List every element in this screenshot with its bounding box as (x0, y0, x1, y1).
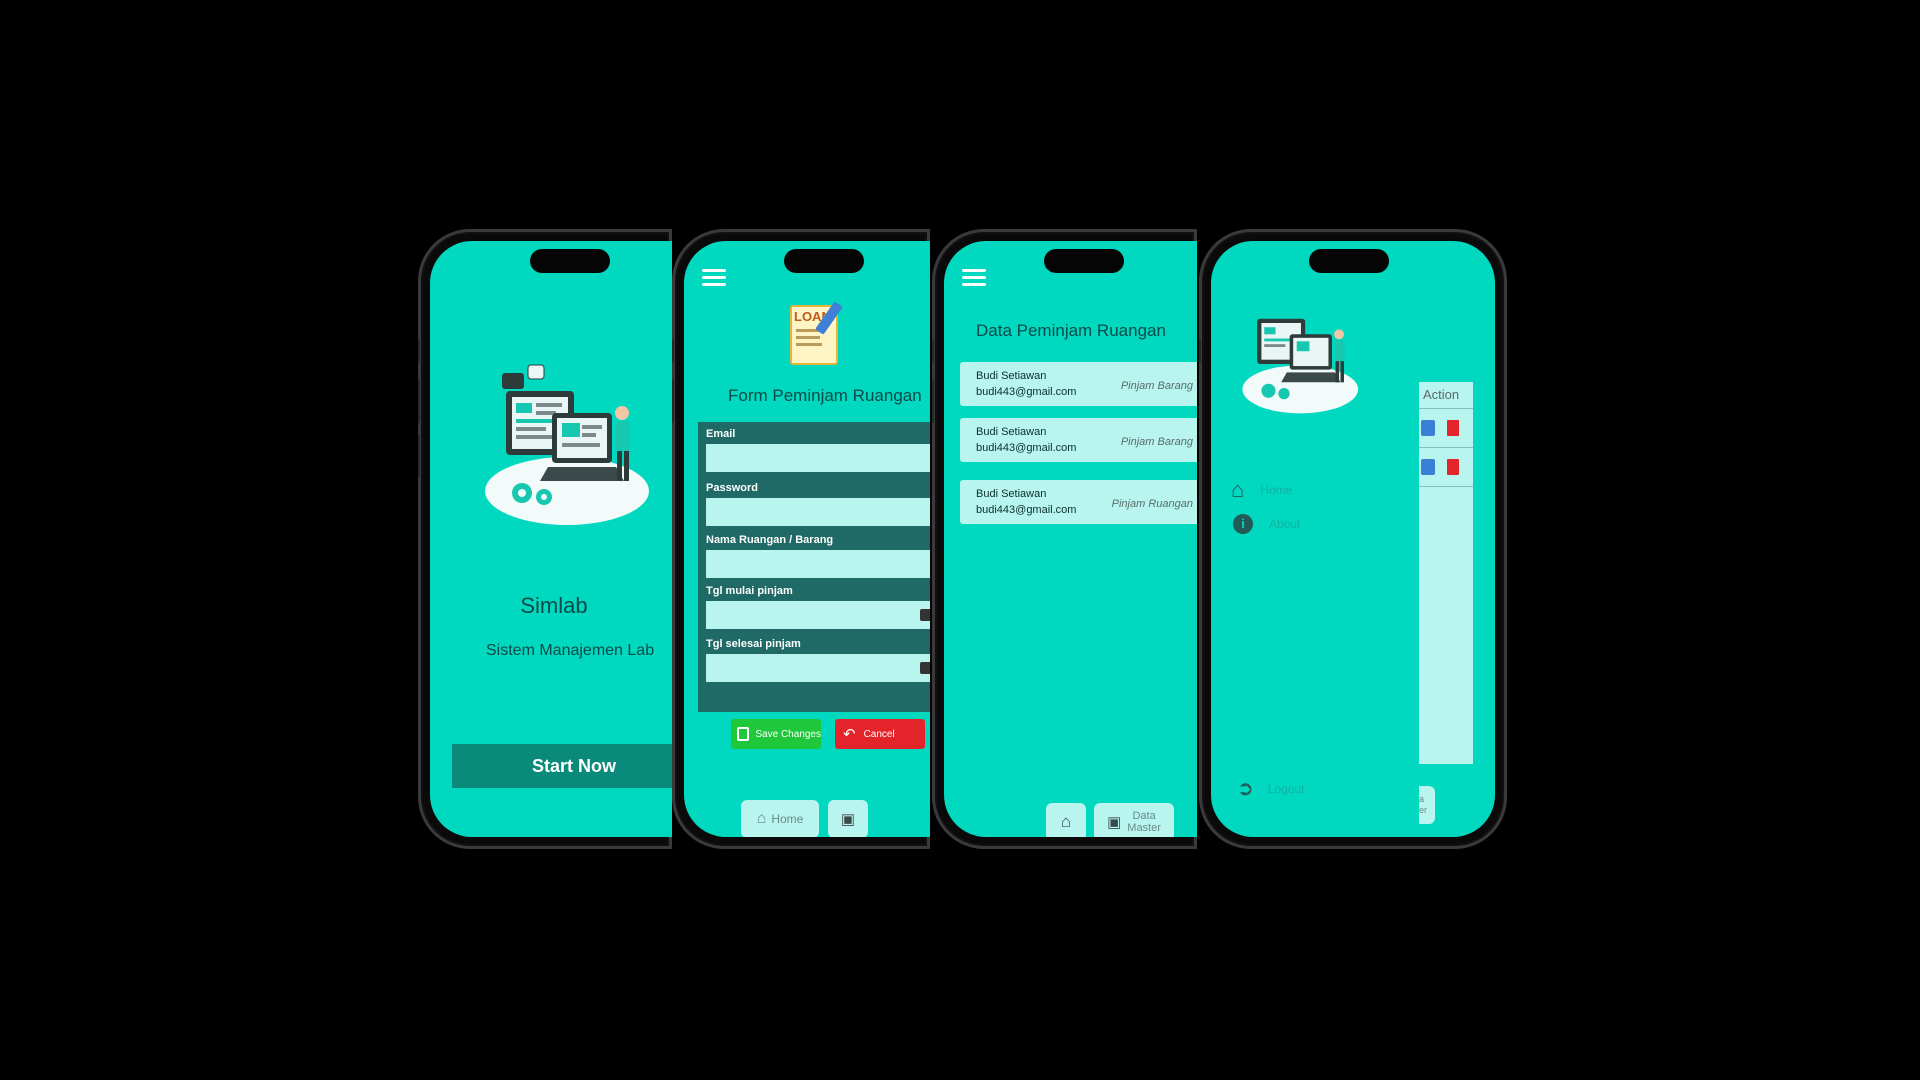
reply-arrow-icon: ↶ (843, 726, 856, 743)
nav-home-button[interactable]: ⌂ Home (741, 800, 819, 837)
edit-icon[interactable] (1421, 420, 1435, 436)
nav-peek-label-1: a (1419, 794, 1425, 804)
nav-home-label: Home (771, 812, 804, 826)
room-item-field[interactable] (706, 550, 930, 578)
logout-button[interactable]: ➲ Logout (1237, 776, 1304, 801)
dynamic-island (1044, 249, 1124, 273)
list-item[interactable]: Budi Setiawan budi443@gmail.com Pinjam R… (960, 480, 1197, 524)
borrower-email: budi443@gmail.com (976, 442, 1077, 454)
delete-icon[interactable] (1447, 459, 1459, 475)
lab-illustration-image (1242, 318, 1359, 414)
hamburger-menu-icon[interactable] (702, 269, 726, 287)
shapes-icon: ▣ (840, 811, 856, 828)
nav-data-master-line1: Data (1132, 810, 1156, 822)
app-title: Simlab (520, 593, 588, 618)
start-now-button[interactable]: Start Now (452, 744, 672, 788)
form-screen: LOAN Form Peminjam Ruangan Email Passwor… (684, 241, 930, 837)
end-date-label: Tgl selesai pinjam (706, 638, 801, 650)
email-label: Email (706, 428, 736, 440)
start-date-field[interactable] (706, 601, 930, 629)
save-changes-label: Save Changes (755, 728, 821, 740)
nav-data-master-button[interactable]: ▣ (828, 800, 868, 837)
nav-data-master-button[interactable]: ▣ Data Master (1094, 803, 1174, 837)
splash-screen: Simlab Sistem Manajemen Lab Start Now (430, 241, 672, 837)
phone-form: LOAN Form Peminjam Ruangan Email Passwor… (672, 229, 930, 849)
form-title: Form Peminjam Ruangan (728, 386, 922, 405)
edit-icon[interactable] (1421, 459, 1435, 475)
drawer-item-about[interactable]: i About (1233, 514, 1300, 534)
list-item[interactable]: Budi Setiawan budi443@gmail.com Pinjam B… (960, 418, 1197, 462)
dynamic-island (1309, 249, 1389, 273)
loan-type: Pinjam Barang (1120, 436, 1193, 448)
borrower-email: budi443@gmail.com (976, 504, 1077, 516)
info-icon: i (1233, 514, 1253, 534)
action-table-peek: Action (1419, 382, 1473, 764)
lab-illustration-image (485, 364, 649, 525)
save-disk-icon (737, 727, 750, 741)
delete-icon[interactable] (1447, 420, 1459, 436)
start-date-label: Tgl mulai pinjam (706, 585, 793, 597)
calendar-icon[interactable] (920, 609, 930, 621)
phone-drawer: ⌂ Home i About ➲ Logout Action a er (1199, 229, 1507, 849)
side-button (932, 379, 934, 423)
shapes-icon: ▣ (1107, 814, 1122, 831)
borrower-name: Budi Setiawan (976, 488, 1047, 500)
hamburger-menu-icon[interactable] (962, 269, 986, 287)
home-icon: ⌂ (1060, 812, 1072, 831)
cancel-label: Cancel (863, 728, 895, 740)
action-column-header: Action (1419, 382, 1473, 409)
side-button (418, 379, 420, 423)
drawer-screen: ⌂ Home i About ➲ Logout Action a er (1211, 241, 1495, 837)
password-label: Password (706, 482, 758, 494)
end-date-field[interactable] (706, 654, 930, 682)
table-row (1419, 409, 1473, 448)
email-field[interactable] (706, 444, 930, 472)
side-button (672, 379, 674, 423)
phone-list: Data Peminjam Ruangan Budi Setiawan budi… (932, 229, 1197, 849)
dynamic-island (530, 249, 610, 273)
room-item-label: Nama Ruangan / Barang (706, 534, 834, 546)
side-button (418, 434, 420, 478)
nav-data-master-line2: Master (1127, 822, 1161, 834)
app-subtitle: Sistem Manajemen Lab (486, 642, 655, 659)
side-button (1199, 339, 1201, 363)
drawer-item-home-label: Home (1260, 483, 1293, 497)
borrower-email: budi443@gmail.com (976, 386, 1077, 398)
nav-peek-label-2: er (1419, 805, 1428, 815)
home-icon: ⌂ (756, 810, 767, 827)
side-button (672, 339, 674, 363)
drawer-item-home[interactable]: ⌂ Home (1231, 477, 1292, 503)
side-button (418, 339, 420, 363)
list-title: Data Peminjam Ruangan (976, 321, 1166, 340)
calendar-icon[interactable] (920, 662, 930, 674)
phone-splash: Simlab Sistem Manajemen Lab Start Now (418, 229, 672, 849)
password-field[interactable] (706, 498, 930, 526)
nav-home-button[interactable]: ⌂ (1046, 803, 1086, 837)
logout-icon: ➲ (1237, 778, 1254, 800)
save-changes-button[interactable]: Save Changes (731, 719, 821, 749)
list-screen: Data Peminjam Ruangan Budi Setiawan budi… (944, 241, 1197, 837)
borrower-name: Budi Setiawan (976, 426, 1047, 438)
cancel-button[interactable]: ↶ Cancel (835, 719, 925, 749)
loan-type: Pinjam Barang (1120, 380, 1193, 392)
nav-peek-button[interactable]: a er (1419, 786, 1435, 824)
dynamic-island (784, 249, 864, 273)
nav-data-master-label: Data Master (1127, 810, 1161, 834)
form-panel: Email Password Nama Ruangan / Barang Tgl… (698, 422, 930, 712)
borrower-name: Budi Setiawan (976, 370, 1047, 382)
loan-type: Pinjam Ruangan (1111, 498, 1193, 510)
drawer-item-about-label: About (1269, 517, 1301, 531)
side-button (932, 339, 934, 363)
list-item[interactable]: Budi Setiawan budi443@gmail.com Pinjam B… (960, 362, 1197, 406)
home-icon: ⌂ (1231, 477, 1245, 502)
table-row (1419, 448, 1473, 487)
logout-label: Logout (1267, 781, 1305, 796)
loan-document-icon: LOAN (790, 301, 846, 365)
